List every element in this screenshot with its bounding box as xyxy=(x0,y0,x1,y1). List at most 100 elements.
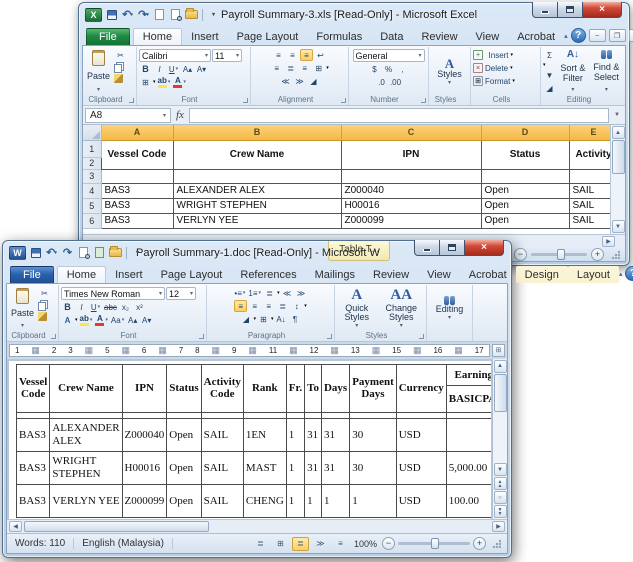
table-header-cell[interactable]: Fr. xyxy=(286,364,304,412)
tab-insert[interactable]: Insert xyxy=(182,28,228,45)
row-header-2[interactable]: 2 xyxy=(83,157,101,169)
cell[interactable]: Open xyxy=(481,198,569,213)
table-column-marker-icon[interactable]: ▦ xyxy=(85,346,94,355)
table-header-basicpay[interactable]: BASICPAY xyxy=(446,385,491,412)
tab-file[interactable]: File xyxy=(86,28,130,45)
shrink-font-button[interactable]: A▾ xyxy=(195,63,208,75)
cell[interactable]: SAIL xyxy=(569,213,610,228)
insert-cells-button[interactable]: + Insert▾ xyxy=(473,49,538,61)
header-cell[interactable]: Crew Name xyxy=(173,140,341,169)
maximize-button[interactable] xyxy=(557,2,583,18)
zoom-level-label[interactable]: 100% xyxy=(352,539,379,549)
underline-button[interactable]: U▾ xyxy=(167,63,180,75)
cell[interactable]: Open xyxy=(481,213,569,228)
workbook-restore-button[interactable]: ❐ xyxy=(609,29,626,42)
table-column-marker-icon[interactable]: ▦ xyxy=(413,346,422,355)
table-cell[interactable]: 1 xyxy=(350,484,397,517)
cell[interactable] xyxy=(173,169,341,183)
align-right-button[interactable]: ≡ xyxy=(262,300,275,312)
header-cell[interactable]: Activity xyxy=(569,140,610,169)
close-button[interactable]: × xyxy=(582,2,622,18)
tab-home[interactable]: Home xyxy=(133,28,182,45)
row-header-3[interactable]: 3 xyxy=(83,169,101,183)
center-icon[interactable]: ≣ xyxy=(284,62,297,74)
center-button[interactable]: ≡ xyxy=(248,300,261,312)
cell[interactable]: ALEXANDER ALEX xyxy=(173,183,341,198)
strikethrough-button[interactable]: abc xyxy=(103,301,118,313)
excel-titlebar[interactable]: X ↶▾ ↷▾ ▾ Payroll Summary-3.xls [Read-On… xyxy=(82,3,626,26)
font-name-combo[interactable]: Calibri▾ xyxy=(139,49,211,62)
row-header-1[interactable]: 1 xyxy=(83,140,101,157)
undo-icon[interactable]: ↶▾ xyxy=(121,8,134,22)
cell[interactable]: Z000040 xyxy=(341,183,481,198)
header-cell[interactable]: Vessel Code xyxy=(101,140,173,169)
table-cell[interactable]: Open xyxy=(167,418,201,451)
table-cell[interactable]: 30 xyxy=(350,451,397,484)
cut-icon[interactable]: ✂ xyxy=(38,287,51,299)
table-column-marker-icon[interactable]: ▦ xyxy=(454,346,463,355)
merge-center-icon[interactable]: ⊞ xyxy=(312,62,325,74)
table-header-cell[interactable]: Crew Name xyxy=(50,364,122,412)
copy-icon[interactable] xyxy=(38,302,46,311)
horizontal-ruler[interactable]: 1▦23▦5▦6▦78▦9▦11▦12▦13▦15▦16▦17 xyxy=(9,344,490,357)
table-header-cell[interactable]: Activity Code xyxy=(201,364,243,412)
table-cell[interactable]: 31 xyxy=(305,418,322,451)
tab-review[interactable]: Review xyxy=(412,28,466,45)
cell[interactable]: SAIL xyxy=(569,183,610,198)
font-color-button[interactable]: A▾ xyxy=(94,314,109,326)
scroll-right-icon[interactable]: ▶ xyxy=(602,236,615,247)
align-left-icon[interactable]: ≡ xyxy=(270,62,283,74)
view-ruler-toggle-icon[interactable]: ⊞ xyxy=(492,344,505,357)
full-screen-reading-view-icon[interactable]: ⊞ xyxy=(272,537,289,551)
table-header-cell[interactable]: Vessel Code xyxy=(17,364,50,412)
bold-button[interactable]: B xyxy=(139,63,152,75)
name-box[interactable]: A8▾ xyxy=(85,108,171,123)
customize-qat-icon[interactable]: ▾ xyxy=(207,8,220,22)
dialog-launcher-icon[interactable] xyxy=(419,334,424,339)
dialog-launcher-icon[interactable] xyxy=(421,98,426,103)
resize-grip-icon[interactable] xyxy=(492,539,501,548)
cell[interactable]: SAIL xyxy=(569,198,610,213)
column-header-a[interactable]: A xyxy=(101,125,173,140)
change-case-button[interactable]: Aa▾ xyxy=(110,314,125,326)
quick-print-icon[interactable] xyxy=(93,246,106,260)
table-cell[interactable]: CHENG xyxy=(243,484,286,517)
dialog-launcher-icon[interactable] xyxy=(341,98,346,103)
tab-layout[interactable]: Layout xyxy=(568,266,619,283)
table-cell[interactable] xyxy=(446,418,491,451)
print-layout-view-icon[interactable]: ≣ xyxy=(252,537,269,551)
zoom-out-icon[interactable]: − xyxy=(382,537,395,550)
table-cell[interactable]: WRIGHT STEPHEN xyxy=(50,451,122,484)
format-painter-icon[interactable] xyxy=(114,74,123,83)
word-titlebar[interactable]: W ↶▾ ↷ ▾ Payroll Summary-1.doc [Read-Onl… xyxy=(6,241,508,264)
zoom-slider-thumb[interactable] xyxy=(557,249,565,260)
table-cell[interactable]: H00016 xyxy=(122,451,167,484)
table-cell[interactable]: Open xyxy=(167,484,201,517)
table-cell[interactable]: 30 xyxy=(350,418,397,451)
format-cells-button[interactable]: ⊞Format▾ xyxy=(473,75,538,87)
table-cell[interactable]: 31 xyxy=(305,451,322,484)
collapse-ribbon-icon[interactable]: ▴ xyxy=(619,270,623,278)
shading-button[interactable]: ◢ xyxy=(239,313,252,325)
table-cell[interactable]: 31 xyxy=(321,418,349,451)
tab-acrobat[interactable]: Acrobat xyxy=(508,28,564,45)
scroll-right-icon[interactable]: ▶ xyxy=(492,521,505,532)
decrease-decimal-icon[interactable]: .00 xyxy=(389,76,402,88)
maximize-button[interactable] xyxy=(439,240,465,256)
superscript-button[interactable]: x² xyxy=(133,301,146,313)
minimize-button[interactable] xyxy=(414,240,440,256)
tab-insert[interactable]: Insert xyxy=(106,266,152,283)
column-header-e[interactable]: E xyxy=(569,125,610,140)
table-cell[interactable]: Z000099 xyxy=(122,484,167,517)
table-cell[interactable]: VERLYN YEE xyxy=(50,484,122,517)
tab-review[interactable]: Review xyxy=(364,266,418,283)
table-cell[interactable]: 1 xyxy=(286,451,304,484)
scroll-thumb[interactable] xyxy=(494,374,507,412)
clear-icon[interactable]: ◢ xyxy=(543,82,556,94)
resize-grip-icon[interactable] xyxy=(611,250,620,259)
highlight-color-button[interactable]: ab▾ xyxy=(79,314,94,326)
copy-icon[interactable] xyxy=(114,64,122,73)
scroll-left-icon[interactable]: ◀ xyxy=(9,521,22,532)
workbook-close-button[interactable]: × xyxy=(629,29,633,42)
excel-vertical-scrollbar[interactable]: ▲ ▼ xyxy=(610,125,625,234)
